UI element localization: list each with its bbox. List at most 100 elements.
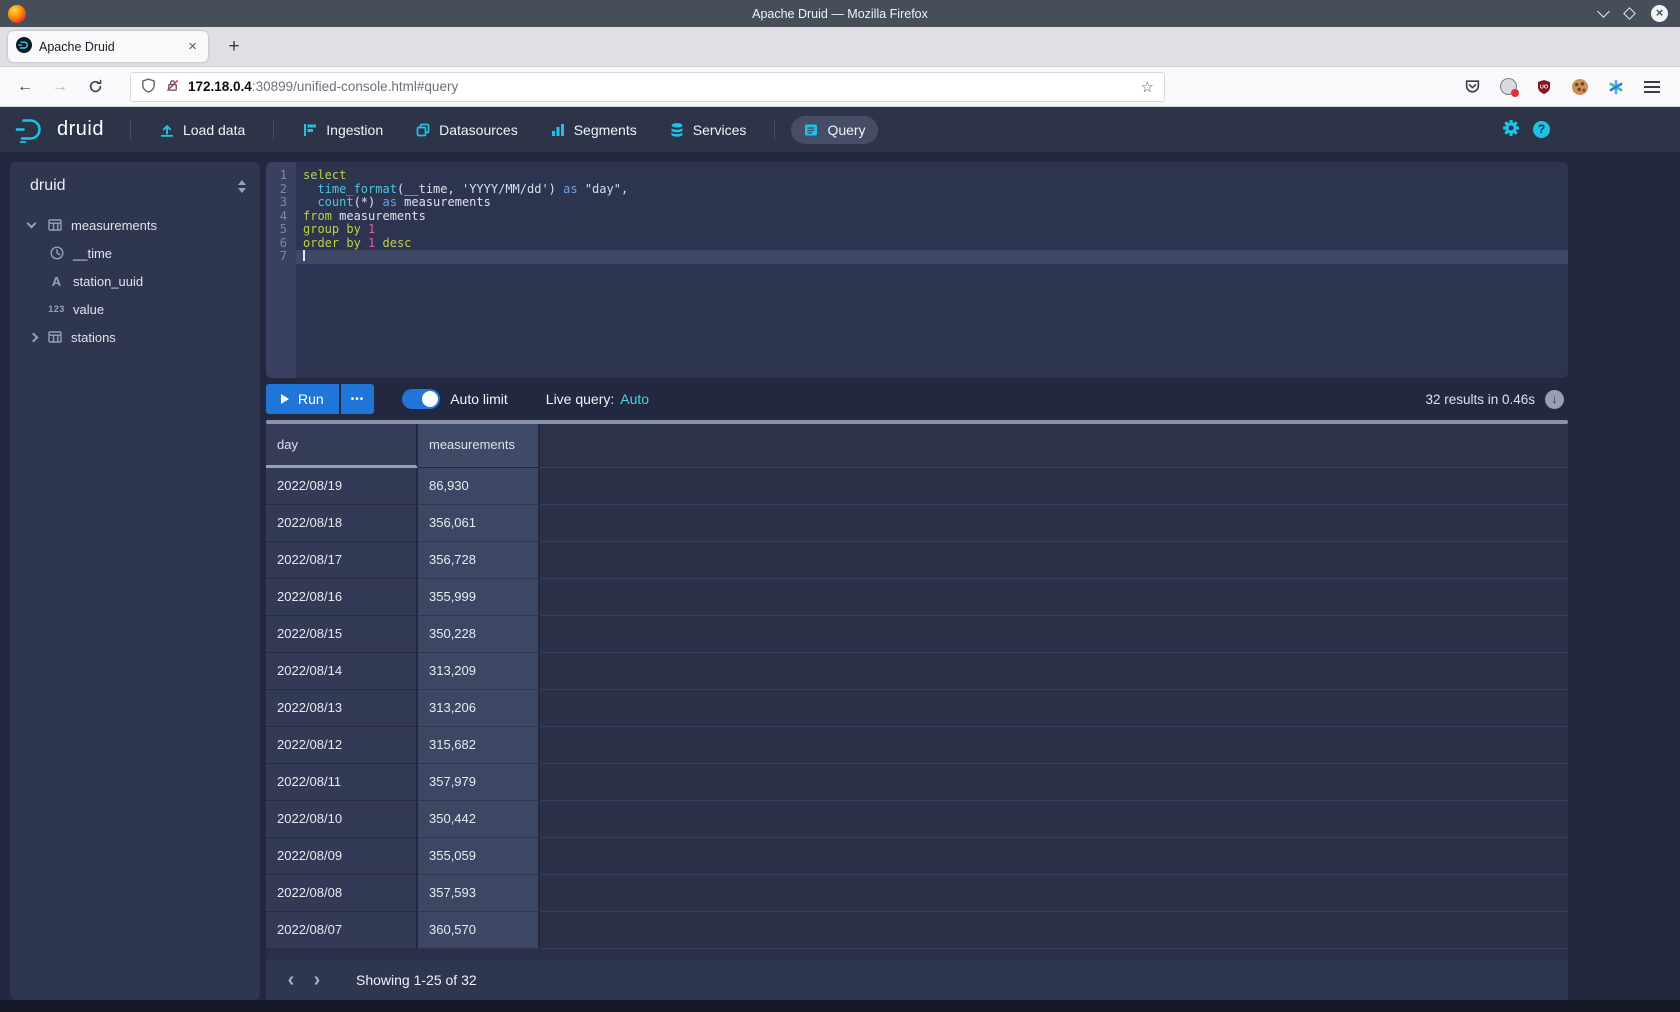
url-path: :30899/unified-console.html#query — [252, 79, 458, 94]
cell-measurements[interactable]: 357,593 — [418, 875, 540, 912]
code-line-5[interactable]: group by 1 — [296, 223, 1568, 237]
code-line-2[interactable]: time_format(__time, 'YYYY/MM/dd') as "da… — [296, 183, 1568, 197]
nav-item-query[interactable]: Query — [791, 116, 877, 144]
cell-measurements[interactable]: 86,930 — [418, 468, 540, 505]
table-row[interactable]: 2022/08/1986,930 — [266, 468, 1568, 505]
code-line-4[interactable]: from measurements — [296, 210, 1568, 224]
window-maximize-icon[interactable] — [1623, 7, 1636, 20]
pocket-icon[interactable] — [1462, 77, 1482, 97]
table-row[interactable]: 2022/08/14313,209 — [266, 653, 1568, 690]
table-row[interactable]: 2022/08/12315,682 — [266, 727, 1568, 764]
cell-day[interactable]: 2022/08/19 — [266, 468, 418, 505]
cell-day[interactable]: 2022/08/15 — [266, 616, 418, 653]
nav-item-datasources[interactable]: Datasources — [403, 116, 530, 144]
window-bottom-edge — [0, 1000, 1680, 1012]
code-line-1[interactable]: select — [296, 169, 1568, 183]
druid-logo[interactable]: druid — [14, 117, 104, 143]
navbar-divider — [273, 120, 274, 140]
cell-day[interactable]: 2022/08/16 — [266, 579, 418, 616]
next-page-icon[interactable]: › — [304, 970, 330, 990]
window-close-icon[interactable]: × — [1651, 5, 1668, 22]
profile-avatar-icon[interactable] — [1498, 77, 1518, 97]
pagination-bar: ‹ › Showing 1-25 of 32 — [266, 960, 1568, 1000]
tree-item-stations[interactable]: stations — [10, 323, 260, 351]
lock-insecure-icon[interactable] — [165, 78, 180, 96]
cell-measurements[interactable]: 356,728 — [418, 542, 540, 579]
settings-gear-icon[interactable] — [1502, 119, 1520, 140]
nav-item-services[interactable]: Services — [657, 116, 759, 144]
table-row[interactable]: 2022/08/17356,728 — [266, 542, 1568, 579]
code-line-6[interactable]: order by 1 desc — [296, 237, 1568, 251]
sql-editor[interactable]: 1234567 select time_format(__time, 'YYYY… — [266, 162, 1568, 378]
cell-day[interactable]: 2022/08/10 — [266, 801, 418, 838]
cell-measurements[interactable]: 350,442 — [418, 801, 540, 838]
table-row[interactable]: 2022/08/11357,979 — [266, 764, 1568, 801]
nav-item-load-data[interactable]: Load data — [147, 116, 257, 144]
cell-measurements[interactable]: 360,570 — [418, 912, 540, 949]
cell-measurements[interactable]: 355,059 — [418, 838, 540, 875]
reload-icon[interactable] — [82, 74, 108, 100]
table-row[interactable]: 2022/08/08357,593 — [266, 875, 1568, 912]
cell-day[interactable]: 2022/08/09 — [266, 838, 418, 875]
cell-measurements[interactable]: 313,206 — [418, 690, 540, 727]
table-row[interactable]: 2022/08/18356,061 — [266, 505, 1568, 542]
tree-item-value[interactable]: 123value — [10, 295, 260, 323]
tree-item-station_uuid[interactable]: Astation_uuid — [10, 267, 260, 295]
cell-day[interactable]: 2022/08/18 — [266, 505, 418, 542]
extension-asterisk-icon[interactable] — [1606, 77, 1626, 97]
shield-icon[interactable] — [141, 78, 156, 96]
run-more-button[interactable]: ••• — [341, 384, 375, 414]
ublock-shield-icon[interactable]: UO — [1534, 77, 1554, 97]
help-icon[interactable]: ? — [1533, 121, 1550, 138]
table-row[interactable]: 2022/08/07360,570 — [266, 912, 1568, 949]
nav-item-label: Services — [693, 122, 747, 138]
auto-limit-toggle[interactable] — [402, 389, 440, 409]
cell-measurements[interactable]: 313,209 — [418, 653, 540, 690]
cell-day[interactable]: 2022/08/11 — [266, 764, 418, 801]
live-query-value[interactable]: Auto — [620, 391, 649, 407]
nav-item-segments[interactable]: Segments — [538, 116, 649, 144]
cell-day[interactable]: 2022/08/14 — [266, 653, 418, 690]
cookie-icon[interactable] — [1570, 77, 1590, 97]
chevron-right-icon[interactable] — [29, 332, 39, 342]
cell-day[interactable]: 2022/08/17 — [266, 542, 418, 579]
window-minimize-icon[interactable] — [1597, 5, 1610, 18]
chevron-down-icon[interactable] — [27, 219, 37, 229]
prev-page-icon[interactable]: ‹ — [278, 970, 304, 990]
tab-title: Apache Druid — [39, 40, 185, 54]
table-row[interactable]: 2022/08/16355,999 — [266, 579, 1568, 616]
cell-measurements[interactable]: 356,061 — [418, 505, 540, 542]
table-row[interactable]: 2022/08/10350,442 — [266, 801, 1568, 838]
cell-day[interactable]: 2022/08/13 — [266, 690, 418, 727]
code-line-3[interactable]: count(*) as measurements — [296, 196, 1568, 210]
run-button[interactable]: Run — [266, 384, 339, 414]
cell-day[interactable]: 2022/08/08 — [266, 875, 418, 912]
table-row[interactable]: 2022/08/15350,228 — [266, 616, 1568, 653]
menu-hamburger-icon[interactable] — [1642, 77, 1662, 97]
code-line-7[interactable] — [296, 250, 1568, 264]
cell-measurements[interactable]: 315,682 — [418, 727, 540, 764]
column-header-measurements[interactable]: measurements — [418, 424, 540, 468]
cell-measurements[interactable]: 350,228 — [418, 616, 540, 653]
sort-double-caret-icon[interactable] — [238, 180, 246, 193]
tab-close-icon[interactable]: × — [185, 38, 200, 55]
cell-day[interactable]: 2022/08/07 — [266, 912, 418, 949]
nav-item-ingestion[interactable]: Ingestion — [290, 116, 395, 144]
new-tab-button[interactable]: + — [220, 36, 248, 58]
cell-measurements[interactable]: 357,979 — [418, 764, 540, 801]
forward-icon[interactable]: → — [47, 74, 73, 100]
download-icon[interactable]: ↓ — [1545, 390, 1564, 409]
browser-tab-apache-druid[interactable]: Apache Druid × — [8, 31, 208, 62]
cell-measurements[interactable]: 355,999 — [418, 579, 540, 616]
bookmark-star-icon[interactable]: ☆ — [1141, 78, 1154, 96]
back-icon[interactable]: ← — [12, 78, 38, 96]
table-row[interactable]: 2022/08/13313,206 — [266, 690, 1568, 727]
url-bar[interactable]: 172.18.0.4:30899/unified-console.html#qu… — [130, 72, 1165, 102]
cell-day[interactable]: 2022/08/12 — [266, 727, 418, 764]
column-header-day[interactable]: day — [266, 424, 418, 468]
table-row[interactable]: 2022/08/09355,059 — [266, 838, 1568, 875]
tree-item-time[interactable]: __time — [10, 239, 260, 267]
druid-favicon-icon — [16, 37, 32, 56]
editor-code[interactable]: select time_format(__time, 'YYYY/MM/dd')… — [296, 162, 1568, 264]
tree-item-measurements[interactable]: measurements — [10, 211, 260, 239]
